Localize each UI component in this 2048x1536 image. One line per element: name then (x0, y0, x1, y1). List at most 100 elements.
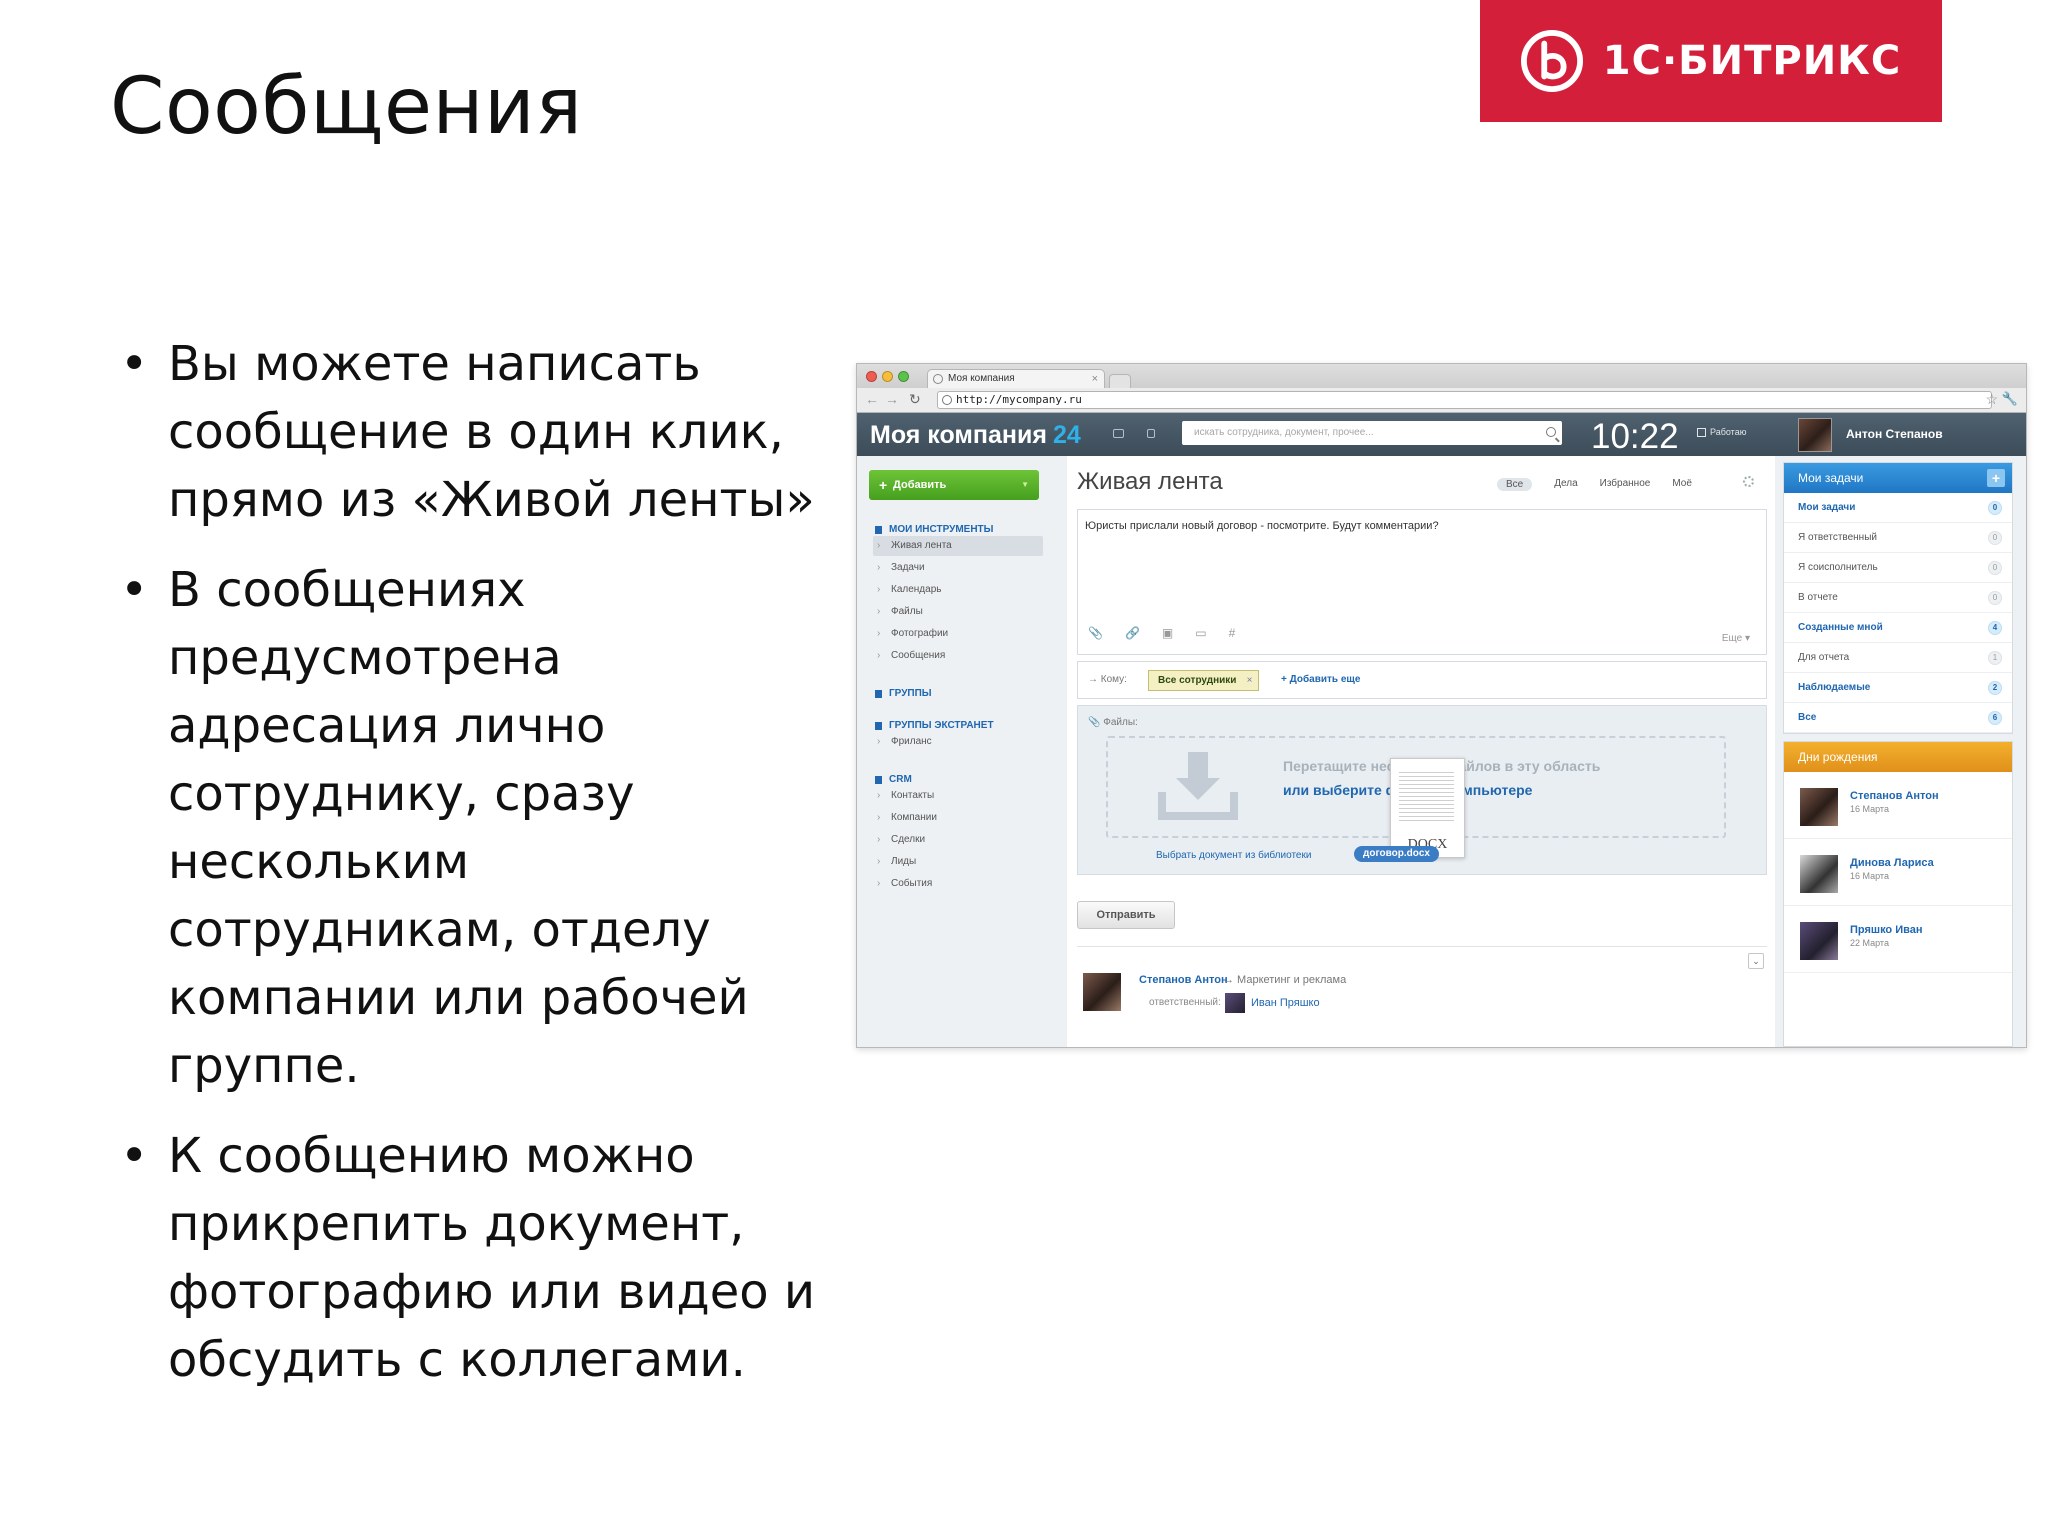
remove-recipient-icon[interactable]: × (1247, 671, 1253, 691)
task-row[interactable]: Для отчета 1 (1784, 643, 2012, 673)
bitrix-logo-icon (1520, 30, 1583, 92)
messages-icon[interactable] (1113, 429, 1124, 438)
sidebar-item-companies[interactable]: Компании (873, 808, 1043, 828)
attached-file[interactable]: договор.docx (1354, 846, 1439, 862)
sidebar-item-contacts[interactable]: Контакты (873, 786, 1043, 806)
new-tab-button[interactable] (1109, 374, 1131, 388)
tab-title: Моя компания (948, 373, 1015, 384)
video-icon[interactable]: ▭ (1195, 626, 1206, 640)
sidebar-item-deals[interactable]: Сделки (873, 830, 1043, 850)
recipient-tag[interactable]: Все сотрудники × (1148, 670, 1260, 691)
birthday-item[interactable]: Динова Лариса 16 Марта (1784, 839, 2012, 906)
work-status[interactable]: Работаю (1697, 427, 1746, 437)
browser-tab[interactable]: Моя компания × (927, 369, 1105, 388)
library-link[interactable]: Выбрать документ из библиотеки (1156, 850, 1311, 861)
chevron-down-icon[interactable]: ⌄ (1748, 953, 1764, 969)
task-label: Я соисполнитель (1798, 562, 1878, 573)
back-arrow-icon[interactable]: ← (865, 391, 879, 407)
files-label: 📎 Файлы: (1088, 717, 1138, 728)
user-name[interactable]: Антон Степанов (1846, 427, 1943, 441)
avatar[interactable] (1800, 855, 1838, 893)
task-row[interactable]: Все 6 (1784, 703, 2012, 733)
task-row[interactable]: Мои задачи 0 (1784, 493, 2012, 523)
section-my-tools[interactable]: МОИ ИНСТРУМЕНТЫ (875, 524, 993, 535)
sidebar-item-leads[interactable]: Лиды (873, 852, 1043, 872)
task-label: Мои задачи (1798, 502, 1856, 513)
post-destination: → Маркетинг и реклама (1223, 974, 1347, 986)
tasks-title[interactable]: Мои задачи (1798, 471, 1863, 485)
section-groups[interactable]: ГРУППЫ (875, 688, 932, 699)
add-task-button[interactable]: + (1987, 469, 2005, 487)
filter-favorites[interactable]: Избранное (1600, 478, 1651, 491)
birthday-name[interactable]: Динова Лариса (1850, 857, 1934, 869)
recipients-field: → Кому: Все сотрудники × + Добавить еще (1077, 661, 1767, 699)
address-bar[interactable]: http://mycompany.ru (937, 391, 1992, 409)
avatar[interactable] (1800, 788, 1838, 826)
slide-title: Сообщения (110, 62, 583, 152)
message-composer[interactable]: Юристы прислали новый договор - посмотри… (1077, 509, 1767, 655)
post-author-avatar[interactable] (1083, 973, 1121, 1011)
birthday-item[interactable]: Пряшко Иван 22 Марта (1784, 906, 2012, 973)
send-button[interactable]: Отправить (1077, 901, 1175, 929)
link-icon[interactable]: 🔗 (1125, 626, 1140, 640)
section-crm[interactable]: CRM (875, 774, 912, 785)
birthday-name[interactable]: Степанов Антон (1850, 790, 1939, 802)
add-recipient-link[interactable]: + Добавить еще (1281, 674, 1360, 685)
drop-zone[interactable]: Перетащите несколько файлов в эту област… (1106, 736, 1726, 858)
page-title: Живая лента (1077, 468, 1223, 495)
post-author[interactable]: Степанов Антон (1139, 974, 1228, 986)
task-count: 0 (1988, 501, 2002, 515)
message-text[interactable]: Юристы прислали новый договор - посмотри… (1085, 520, 1439, 532)
sidebar-item-tasks[interactable]: Задачи (873, 558, 1043, 578)
task-row[interactable]: Я ответственный 0 (1784, 523, 2012, 553)
search-input[interactable]: искать сотрудника, документ, прочее... (1182, 421, 1562, 445)
bookmark-star-icon[interactable]: ☆ (1985, 391, 1998, 408)
task-count: 0 (1988, 531, 2002, 545)
birthday-name[interactable]: Пряшко Иван (1850, 924, 1923, 936)
search-icon[interactable] (1546, 427, 1556, 437)
forward-arrow-icon[interactable]: → (885, 391, 899, 407)
notifications-icon[interactable] (1147, 429, 1155, 438)
filter-mine[interactable]: Моё (1672, 478, 1692, 491)
hashtag-icon[interactable]: # (1229, 626, 1236, 640)
sidebar-item-photos[interactable]: Фотографии (873, 624, 1043, 644)
section-extranet-groups[interactable]: ГРУППЫ ЭКСТРАНЕТ (875, 720, 994, 731)
sidebar-item-files[interactable]: Файлы (873, 602, 1043, 622)
responsible-avatar[interactable] (1225, 993, 1245, 1013)
browser-toolbar: ← → ↻ http://mycompany.ru ☆ 🔧 (857, 388, 2026, 413)
more-link[interactable]: Еще ▾ (1722, 633, 1750, 644)
minimize-window-button[interactable] (882, 371, 893, 382)
portal-brand[interactable]: Моя компания 24 (870, 421, 1081, 450)
to-label-text: Кому: (1100, 674, 1127, 685)
sidebar-item-calendar[interactable]: Календарь (873, 580, 1043, 600)
sidebar-item-freelance[interactable]: Фриланс (873, 732, 1043, 752)
sidebar-item-events[interactable]: События (873, 874, 1043, 894)
add-button[interactable]: + Добавить ▼ (869, 470, 1039, 500)
paperclip-icon[interactable]: 📎 (1088, 626, 1103, 640)
more-label: Еще (1721, 633, 1743, 644)
zoom-window-button[interactable] (898, 371, 909, 382)
task-row[interactable]: Я соисполнитель 0 (1784, 553, 2012, 583)
sidebar-item-live-feed[interactable]: Живая лента (873, 536, 1043, 556)
filter-all[interactable]: Все (1497, 478, 1533, 491)
task-row[interactable]: В отчете 0 (1784, 583, 2012, 613)
task-row[interactable]: Созданные мной 4 (1784, 613, 2012, 643)
task-row[interactable]: Наблюдаемые 2 (1784, 673, 2012, 703)
image-icon[interactable]: ▣ (1162, 626, 1173, 640)
files-label-text: Файлы: (1103, 717, 1138, 728)
birthday-date: 16 Марта (1850, 871, 1889, 881)
birthdays-widget: Дни рождения Степанов Антон 16 Марта Дин… (1783, 741, 2013, 1047)
sidebar-item-messages[interactable]: Сообщения (873, 646, 1043, 666)
wrench-icon[interactable]: 🔧 (2002, 391, 2018, 407)
filter-tasks[interactable]: Дела (1554, 478, 1577, 491)
reload-icon[interactable]: ↻ (909, 391, 921, 408)
birthday-item[interactable]: Степанов Антон 16 Марта (1784, 772, 2012, 839)
tab-close-icon[interactable]: × (1092, 370, 1098, 388)
responsible-name[interactable]: Иван Пряшко (1251, 997, 1320, 1009)
avatar[interactable] (1800, 922, 1838, 960)
gear-icon[interactable] (1743, 476, 1754, 487)
user-avatar[interactable] (1798, 418, 1832, 452)
clock[interactable]: 10:22 (1591, 417, 1679, 457)
task-label: Все (1798, 712, 1817, 723)
close-window-button[interactable] (866, 371, 877, 382)
